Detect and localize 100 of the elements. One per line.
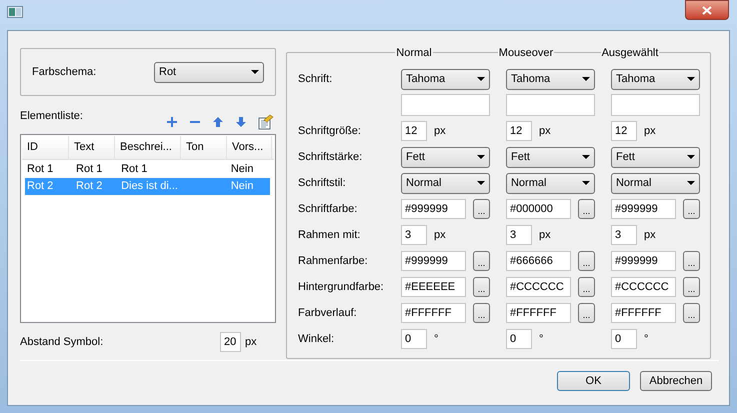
caret-icon [686, 181, 695, 185]
unit-label: px [644, 124, 656, 139]
input-field[interactable]: #999999 [401, 251, 466, 271]
input-field[interactable]: 12 [401, 121, 427, 141]
color-picker-button[interactable]: ... [578, 303, 595, 323]
color-picker-button[interactable]: ... [682, 303, 700, 323]
color-picker-button[interactable]: ... [682, 277, 700, 297]
list-cell: Rot 2 [76, 180, 102, 192]
input-field[interactable]: 3 [610, 225, 637, 245]
list-cell: Rot 1 [121, 163, 148, 176]
spacing-label: Abstand Symbol: [20, 334, 104, 350]
close-button[interactable] [685, 0, 729, 20]
dropdown[interactable]: Fett [610, 146, 700, 168]
element-list-label: Elementliste: [20, 108, 83, 124]
color-picker-button[interactable]: ... [473, 251, 490, 271]
color-picker-button[interactable]: ... [473, 303, 490, 323]
cancel-button[interactable]: Abbrechen [640, 371, 712, 391]
column-header[interactable]: Beschrei... [115, 136, 181, 159]
add-icon[interactable] [166, 116, 178, 128]
input-field[interactable]: #FFFFFF [506, 303, 571, 323]
caret-icon [686, 155, 695, 159]
row-label: Winkel: [298, 332, 334, 345]
caret-icon [686, 77, 695, 81]
unit-label: px [434, 228, 446, 243]
row-label: Schriftfarbe: [298, 202, 358, 215]
caret-icon [477, 155, 485, 159]
column-header[interactable]: ID [22, 136, 69, 159]
caret-icon [582, 181, 590, 185]
input-field[interactable]: #999999 [610, 199, 676, 219]
element-list[interactable]: ID Text Beschrei... Ton Vors... Rot 1 Rot 1 Rot 1 Nein Rot 2 Rot 2 Dies ist di... Nein [20, 134, 276, 323]
caret-icon [582, 155, 590, 159]
input-field[interactable]: 0 [610, 329, 637, 349]
caret-icon [582, 77, 590, 81]
row-label: Schriftgröße: [298, 124, 361, 137]
dropdown[interactable]: Normal [506, 172, 595, 194]
input-field[interactable]: 12 [610, 121, 637, 141]
unit-label: ° [538, 332, 544, 347]
input-field[interactable]: 3 [506, 225, 532, 245]
row-label: Hintergrundfarbe: [298, 280, 384, 293]
dropdown[interactable]: Fett [506, 146, 595, 168]
column-header[interactable]: Text [69, 136, 115, 159]
unit-label: px [434, 124, 446, 139]
row-label: Rahmenfarbe: [298, 254, 368, 267]
list-cell: Nein [230, 180, 254, 192]
input-field[interactable]: #999999 [401, 199, 466, 219]
unit-label: px [538, 124, 551, 139]
list-cell: Rot 1 [76, 163, 102, 176]
properties-icon[interactable] [258, 114, 274, 130]
down-arrow-icon[interactable] [235, 116, 247, 128]
color-picker-button[interactable]: ... [578, 199, 595, 219]
color-picker-button[interactable]: ... [682, 199, 700, 219]
list-cell: Rot 2 [27, 180, 54, 192]
unit-label: px [538, 228, 551, 243]
input-field[interactable]: #000000 [506, 199, 571, 219]
input-field[interactable]: #666666 [506, 251, 571, 271]
caret-icon [251, 70, 259, 74]
input-field[interactable]: #FFFFFF [401, 303, 466, 323]
color-picker-button[interactable]: ... [682, 251, 700, 271]
caret-icon [477, 181, 485, 185]
column-header[interactable]: Vors... [227, 136, 272, 159]
color-picker-button[interactable]: ... [473, 199, 490, 219]
row-label: Farbverlauf: [298, 306, 357, 319]
input-field[interactable] [401, 94, 490, 116]
color-picker-button[interactable]: ... [473, 277, 490, 297]
dropdown[interactable]: Rot [154, 62, 264, 82]
input-field[interactable]: #CCCCCC [506, 277, 571, 297]
input-field[interactable]: #EEEEEE [401, 277, 466, 297]
list-row[interactable]: Rot 1 Rot 1 Rot 1 Nein [25, 161, 270, 178]
close-icon [702, 6, 712, 14]
unit-label: ° [434, 332, 438, 347]
input-field[interactable] [506, 94, 595, 116]
input-field[interactable]: #CCCCCC [610, 277, 676, 297]
dropdown[interactable]: Normal [610, 172, 700, 194]
dropdown[interactable]: Tahoma [401, 68, 490, 90]
up-arrow-icon[interactable] [212, 116, 224, 128]
input-field[interactable]: #999999 [610, 251, 676, 271]
unit-label: ° [644, 332, 648, 347]
dropdown[interactable]: Tahoma [610, 68, 700, 90]
input-field[interactable]: 0 [506, 329, 532, 349]
dropdown[interactable]: Tahoma [506, 68, 595, 90]
input-field[interactable]: 12 [506, 121, 532, 141]
column-header[interactable]: Ton [181, 136, 227, 159]
unit-label: px [644, 228, 656, 243]
input-field[interactable]: 0 [401, 329, 427, 349]
input-field[interactable]: 3 [401, 225, 427, 245]
input-field[interactable]: 20 [220, 332, 241, 352]
color-picker-button[interactable]: ... [578, 277, 595, 297]
row-label: Schrift: [298, 72, 332, 85]
dropdown[interactable]: Fett [401, 146, 490, 168]
row-label: Schriftstärke: [298, 150, 362, 163]
input-field[interactable] [610, 94, 700, 116]
ok-button[interactable]: OK [557, 371, 630, 391]
list-cell: Dies ist di... [121, 180, 178, 192]
column-heading: Ausgewählt [600, 45, 660, 62]
color-picker-button[interactable]: ... [578, 251, 595, 271]
scheme-label: Farbschema: [32, 64, 96, 80]
row-label: Rahmen mit: [298, 228, 360, 241]
input-field[interactable]: #FFFFFF [610, 303, 676, 323]
dropdown[interactable]: Normal [401, 172, 490, 194]
list-cell: Rot 1 [27, 163, 54, 176]
